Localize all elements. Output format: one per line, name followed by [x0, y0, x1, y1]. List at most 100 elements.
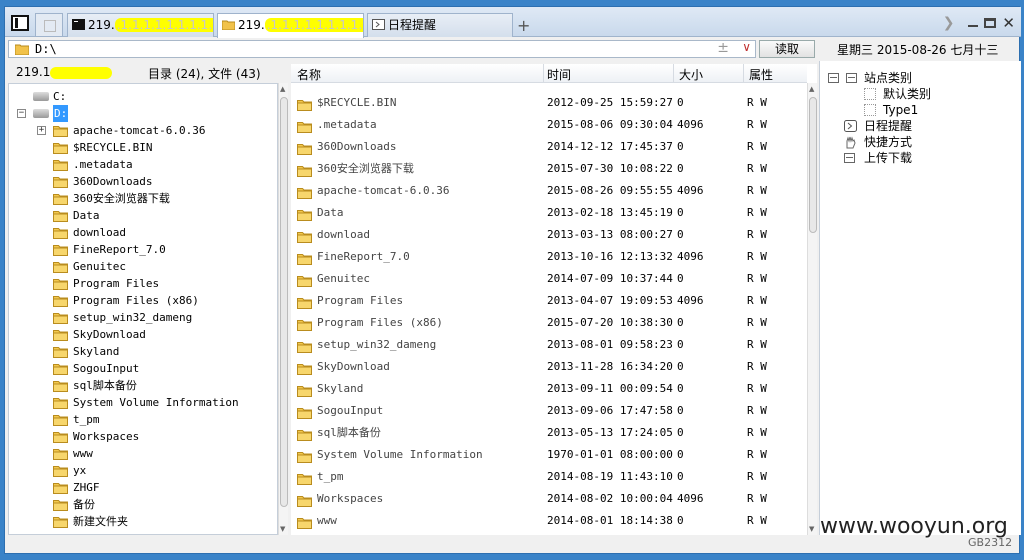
scroll-up-icon[interactable]: ▲	[280, 85, 285, 93]
file-attr: R W	[747, 382, 767, 395]
tree-item[interactable]: Program Files (x86)	[9, 292, 277, 309]
tree-item[interactable]: Data	[9, 207, 277, 224]
file-row[interactable]: apache-tomcat-6.0.36 2015-08-26 09:55:55 4…	[291, 180, 807, 202]
site-panel-item[interactable]: 日程提醒	[820, 118, 1020, 134]
file-attr: R W	[747, 118, 767, 131]
file-row[interactable]: Workspaces 2014-08-02 10:00:04 4096 R W	[291, 488, 807, 510]
tree-item[interactable]: SogouInput	[9, 360, 277, 377]
site-panel-item[interactable]: 默认类别	[820, 86, 1020, 102]
tree-item[interactable]: FineReport_7.0	[9, 241, 277, 258]
file-row[interactable]: FineReport_7.0 2013-10-16 12:13:32 4096 R W	[291, 246, 807, 268]
tree-item[interactable]: 360安全浏览器下载	[9, 190, 277, 207]
tree-item[interactable]: + apache-tomcat-6.0.36	[9, 122, 277, 139]
site-panel-item[interactable]: Type1	[820, 102, 1020, 118]
tree-item[interactable]: t_pm	[9, 411, 277, 428]
file-row[interactable]: Data 2013-02-18 13:45:19 0 R W	[291, 202, 807, 224]
add-tab-button[interactable]: +	[517, 16, 530, 35]
file-row[interactable]: .metadata 2015-08-06 09:30:04 4096 R W	[291, 114, 807, 136]
sidebar-toggle-icon[interactable]	[11, 15, 29, 31]
file-row[interactable]: SogouInput 2013-09-06 17:47:58 0 R W	[291, 400, 807, 422]
folder-icon	[297, 386, 312, 397]
file-attr: R W	[747, 162, 767, 175]
directory-tree[interactable]: C: − D: + apache-tomcat-6.0.36 $RECYCLE.BIN .m…	[8, 83, 278, 535]
tree-item[interactable]: 360Downloads	[9, 173, 277, 190]
column-size[interactable]: 大小	[679, 66, 703, 83]
tree-item[interactable]: yx	[9, 462, 277, 479]
tree-item[interactable]: 备份	[9, 496, 277, 513]
tree-item[interactable]: Workspaces	[9, 428, 277, 445]
scroll-down-icon[interactable]: ▼	[809, 525, 814, 533]
file-attr: R W	[747, 514, 767, 527]
tree-item[interactable]: $RECYCLE.BIN	[9, 139, 277, 156]
file-row[interactable]: www 2014-08-01 18:14:38 0 R W	[291, 510, 807, 532]
chevron-right-icon[interactable]: ❯	[943, 15, 955, 31]
tab-terminal[interactable]: 219..1.1.1.1.1.1.1.1.1.1	[67, 13, 214, 37]
scroll-up-icon[interactable]: ▲	[809, 85, 814, 93]
file-row[interactable]: sql脚本备份 2013-05-13 17:24:05 0 R W	[291, 422, 807, 444]
tab-blank[interactable]	[35, 13, 63, 37]
site-panel-item[interactable]: 站点类别	[820, 70, 1020, 86]
file-list[interactable]: 名称 时间 大小 属性 $RECYCLE.BIN 2012-09-25 15:59…	[291, 64, 817, 535]
tree-item[interactable]: System Volume Information	[9, 394, 277, 411]
column-time[interactable]: 时间	[547, 66, 571, 83]
file-size: 0	[677, 228, 684, 241]
file-row[interactable]: Genuitec 2014-07-09 10:37:44 0 R W	[291, 268, 807, 290]
tree-item[interactable]: .metadata	[9, 156, 277, 173]
file-row[interactable]: System Volume Information 1970-01-01 08:0…	[291, 444, 807, 466]
tree-item[interactable]: SkyDownload	[9, 326, 277, 343]
folder-icon	[53, 177, 68, 188]
tab-file-manager[interactable]: 219..1.1.1.1.1.1.1.1.1.1	[217, 13, 364, 38]
tree-item[interactable]: ZHGF	[9, 479, 277, 496]
file-list-scrollbar[interactable]: ▲ ▼	[807, 83, 817, 535]
file-row[interactable]: Program Files (x86) 2015-07-20 10:38:30 0 R…	[291, 312, 807, 334]
file-size: 0	[677, 338, 684, 351]
expand-icon[interactable]: +	[37, 126, 46, 135]
tree-item[interactable]: Genuitec	[9, 258, 277, 275]
file-row[interactable]: 360安全浏览器下载 2015-07-30 10:08:22 0 R W	[291, 158, 807, 180]
scroll-down-icon[interactable]: ▼	[280, 525, 285, 533]
file-size: 0	[677, 470, 684, 483]
tab-schedule[interactable]: 日程提醒	[367, 13, 513, 37]
tree-item[interactable]: Skyland	[9, 343, 277, 360]
file-row[interactable]: setup_win32_dameng 2013-08-01 09:58:23 0 R …	[291, 334, 807, 356]
address-bar[interactable]: D:\ ± ∨	[8, 40, 756, 58]
file-time: 2013-11-28 16:34:20	[547, 360, 673, 373]
tree-item[interactable]: Program Files	[9, 275, 277, 292]
tree-item[interactable]: sql脚本备份	[9, 377, 277, 394]
redaction-mark	[50, 66, 113, 79]
column-name[interactable]: 名称	[297, 66, 321, 83]
tree-item[interactable]: download	[9, 224, 277, 241]
tree-item[interactable]: setup_win32_dameng	[9, 309, 277, 326]
address-input[interactable]: D:\	[35, 42, 57, 56]
plus-icon[interactable]: ±	[717, 40, 729, 56]
tree-item[interactable]: C:	[9, 88, 277, 105]
file-row[interactable]: download 2013-03-13 08:00:27 0 R W	[291, 224, 807, 246]
maximize-icon[interactable]	[984, 18, 997, 28]
close-icon[interactable]: ✕	[1002, 14, 1015, 32]
file-size: 4096	[677, 492, 704, 505]
site-panel-item[interactable]: 快捷方式	[820, 134, 1020, 150]
chevron-down-icon[interactable]: ∨	[742, 40, 751, 54]
file-name: .metadata	[317, 118, 377, 131]
tree-item-label: t_pm	[73, 413, 100, 426]
file-row[interactable]: 360Downloads 2014-12-12 17:45:37 0 R W	[291, 136, 807, 158]
tree-item[interactable]: www	[9, 445, 277, 462]
file-row[interactable]: SkyDownload 2013-11-28 16:34:20 0 R W	[291, 356, 807, 378]
tree-scrollbar[interactable]: ▲ ▼	[278, 83, 288, 535]
column-divider	[743, 64, 744, 83]
tree-item[interactable]: − D:	[9, 105, 277, 122]
file-row[interactable]: Program Files 2013-04-07 19:09:53 4096 R W	[291, 290, 807, 312]
minimize-icon[interactable]	[968, 25, 979, 27]
column-attr[interactable]: 属性	[749, 66, 773, 83]
file-row[interactable]: t_pm 2014-08-19 11:43:10 0 R W	[291, 466, 807, 488]
folder-icon	[297, 232, 312, 243]
collapse-icon[interactable]: −	[17, 109, 26, 118]
read-button[interactable]: 读取	[759, 40, 815, 58]
scroll-thumb[interactable]	[280, 97, 288, 507]
scroll-thumb[interactable]	[809, 97, 817, 233]
tree-item[interactable]: 新建文件夹	[9, 513, 277, 530]
file-row[interactable]: Skyland 2013-09-11 00:09:54 0 R W	[291, 378, 807, 400]
collapse-icon[interactable]	[828, 73, 839, 83]
file-row[interactable]: $RECYCLE.BIN 2012-09-25 15:59:27 0 R W	[291, 92, 807, 114]
site-panel-item[interactable]: 上传下载	[820, 150, 1020, 166]
